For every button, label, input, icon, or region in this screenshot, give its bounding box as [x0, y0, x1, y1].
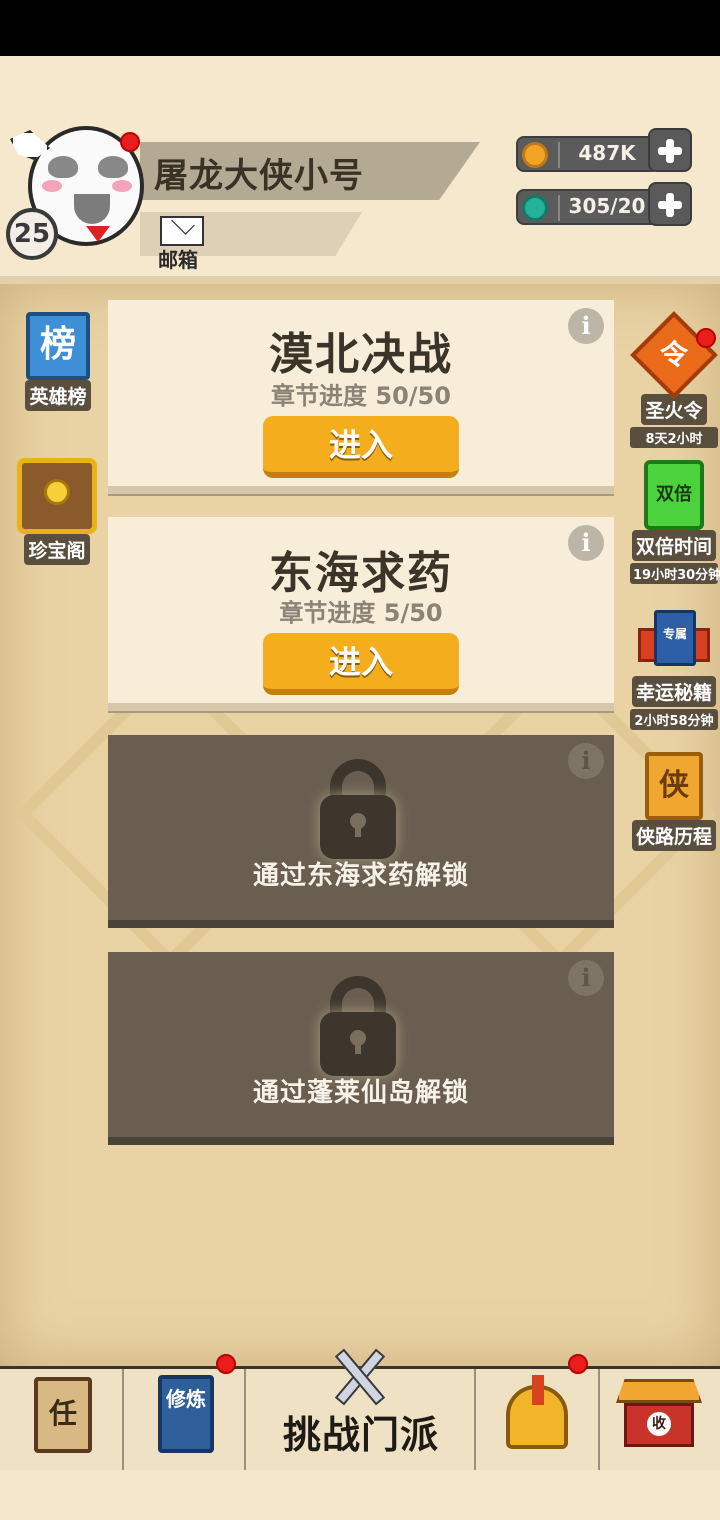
chapter-progress: 章节进度 5/50: [279, 599, 443, 627]
chapter-card: i 漠北决战 章节进度 50/50 进入: [108, 300, 614, 494]
collect-building-icon: 收: [624, 1403, 694, 1447]
ranking-banner-icon: 榜: [26, 312, 90, 380]
sacred-fire-notification-dot: [696, 328, 716, 348]
info-icon[interactable]: i: [568, 960, 604, 996]
currency-separator: [558, 142, 560, 168]
cultivate-book-icon: 修炼: [158, 1375, 214, 1453]
cultivate-notification-dot: [216, 1354, 236, 1374]
exclusive-book-icon: 专属: [638, 606, 710, 676]
hero-ranking-button[interactable]: 榜 英雄榜: [16, 312, 100, 411]
enter-button[interactable]: 进入: [263, 416, 459, 478]
lock-icon: [320, 759, 396, 859]
add-copper-button[interactable]: [648, 128, 692, 172]
lucky-manual-label: 幸运秘籍: [631, 676, 716, 707]
avatar-eye-left: [48, 156, 78, 178]
jade-currency: 305/20: [516, 189, 660, 225]
nav-collect[interactable]: 收: [600, 1369, 720, 1470]
hero-ranking-label: 英雄榜: [25, 380, 91, 411]
double-time-timer: 19小时30分钟: [630, 563, 720, 584]
player-name: 屠龙大侠小号: [154, 156, 364, 196]
challenge-sect-label: 挑战门派: [282, 1413, 439, 1457]
avatar-mouth: [74, 194, 110, 224]
level-badge: 25: [6, 208, 58, 260]
jade-value: 305/20: [568, 194, 646, 218]
hero-path-icon: 侠: [645, 752, 703, 820]
chapter-card: i 东海求药 章节进度 5/50 进入: [108, 517, 614, 711]
hero-path-label: 侠路历程: [631, 820, 716, 851]
envelope-icon: [160, 216, 204, 246]
lock-keyslot: [355, 823, 361, 837]
mailbox-label: 邮箱: [158, 248, 198, 272]
copper-coin-icon: [522, 142, 548, 168]
crossed-swords-icon: [324, 1345, 398, 1407]
copper-value: 487K: [578, 141, 636, 165]
avatar-blush-right: [112, 180, 132, 192]
lucky-manual-button[interactable]: 专属 幸运秘籍 2小时58分钟: [630, 606, 718, 730]
enter-button[interactable]: 进入: [263, 633, 459, 695]
add-jade-button[interactable]: [648, 182, 692, 226]
chest-star-icon: [44, 479, 70, 505]
nav-tasks[interactable]: 任: [0, 1369, 124, 1470]
info-icon[interactable]: i: [568, 743, 604, 779]
avatar-blush-left: [42, 180, 62, 192]
helmet-icon: [506, 1375, 568, 1449]
locked-chapter-card: i 通过蓬莱仙岛解锁: [108, 952, 614, 1145]
bottom-safe-area: [0, 1470, 720, 1520]
unlock-requirement: 通过蓬莱仙岛解锁: [252, 1078, 469, 1108]
status-bar: [0, 0, 720, 56]
double-time-button[interactable]: 双倍 双倍时间 19小时30分钟: [630, 460, 720, 584]
sacred-fire-timer: 8天2小时: [630, 427, 718, 448]
treasure-pavilion-button[interactable]: 珍宝阁: [14, 458, 100, 565]
treasure-pavilion-label: 珍宝阁: [24, 534, 90, 565]
avatar-tie: [86, 226, 110, 242]
avatar-notification-dot: [120, 132, 140, 152]
book-cover: 专属: [654, 610, 696, 666]
hero-path-button[interactable]: 侠 侠路历程: [630, 752, 718, 851]
lock-icon: [320, 976, 396, 1076]
nav-equipment[interactable]: [476, 1369, 600, 1470]
collect-glyph: 收: [647, 1412, 671, 1436]
equipment-notification-dot: [568, 1354, 588, 1374]
treasure-chest-icon: [17, 458, 97, 534]
avatar-eye-right: [98, 156, 128, 178]
building-roof: [616, 1379, 702, 1403]
chapter-progress: 章节进度 50/50: [271, 382, 451, 410]
currency-separator: [558, 195, 560, 221]
double-time-label: 双倍时间: [631, 530, 716, 561]
token-glyph: 令: [659, 338, 688, 371]
nav-cultivate[interactable]: 修炼: [124, 1369, 246, 1470]
copper-currency: 487K: [516, 136, 660, 172]
lucky-manual-timer: 2小时58分钟: [630, 709, 718, 730]
chapter-title: 漠北决战: [269, 329, 453, 380]
lock-keyslot: [355, 1040, 361, 1054]
task-scroll-icon: 任: [34, 1377, 92, 1453]
locked-chapter-card: i 通过东海求药解锁: [108, 735, 614, 928]
helmet-plume: [532, 1375, 544, 1405]
unlock-requirement: 通过东海求药解锁: [252, 861, 469, 891]
header-divider: [0, 276, 720, 284]
chapter-title: 东海求药: [269, 548, 453, 599]
jade-gem-icon: [522, 195, 548, 221]
double-card-icon: 双倍: [644, 460, 704, 530]
